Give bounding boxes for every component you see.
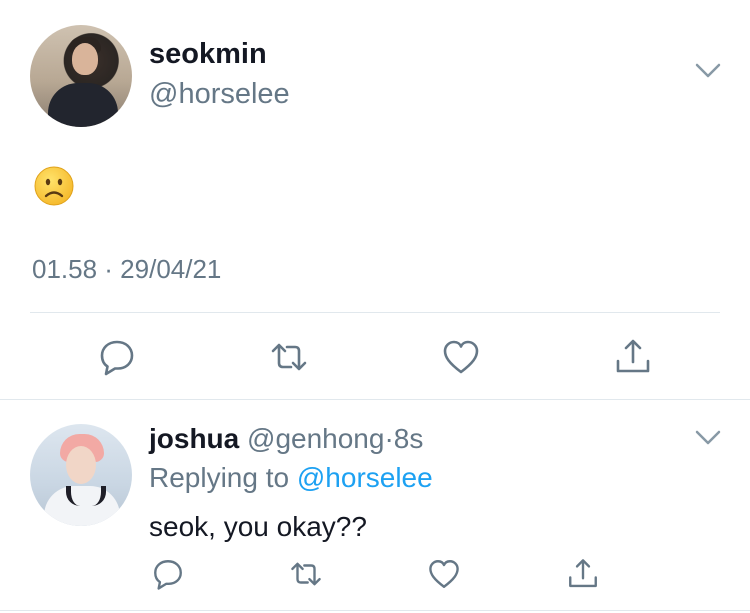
replying-to-label: Replying to — [149, 462, 290, 493]
reply-display-name[interactable]: joshua — [149, 423, 239, 454]
chevron-down-icon[interactable] — [694, 62, 722, 80]
tweet-timestamp[interactable]: 01.58 · 29/04/21 — [32, 254, 221, 285]
chevron-down-icon[interactable] — [694, 429, 722, 447]
share-icon[interactable] — [613, 337, 653, 377]
reply-header: joshua @genhong·8s — [149, 423, 423, 455]
share-icon[interactable] — [566, 557, 600, 591]
like-heart-icon[interactable] — [427, 557, 461, 591]
divider — [30, 312, 720, 313]
like-heart-icon[interactable] — [441, 337, 481, 377]
replying-to-handle-link[interactable]: @horselee — [297, 462, 433, 493]
author-handle[interactable]: @horselee — [149, 78, 290, 111]
separator-dot: · — [384, 423, 394, 454]
reply-icon[interactable] — [151, 557, 185, 591]
reply-icon[interactable] — [97, 337, 137, 377]
author-display-name[interactable]: seokmin — [149, 38, 267, 71]
replying-to-line: Replying to @horselee — [149, 462, 433, 494]
divider — [0, 399, 750, 400]
reply-author-avatar[interactable] — [30, 424, 132, 526]
frowning-face-emoji — [34, 166, 74, 206]
divider — [0, 610, 750, 611]
author-avatar[interactable] — [30, 25, 132, 127]
retweet-icon[interactable] — [269, 337, 309, 377]
reply-text: seok, you okay?? — [149, 511, 367, 542]
reply-handle[interactable]: @genhong — [247, 423, 384, 454]
reply-time[interactable]: 8s — [394, 423, 424, 454]
retweet-icon[interactable] — [289, 557, 323, 591]
